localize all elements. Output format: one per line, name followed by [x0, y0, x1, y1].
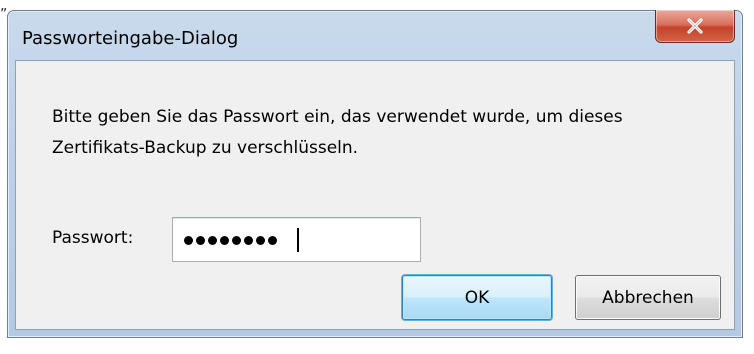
dialog-window: Passworteingabe-Dialog Bitte geben Sie d… — [7, 10, 743, 338]
ok-button[interactable]: OK — [402, 275, 552, 320]
window-title: Passworteingabe-Dialog — [22, 28, 239, 49]
corner-glyph: „ — [0, 0, 8, 14]
cancel-button[interactable]: Abbrechen — [575, 275, 721, 320]
close-button[interactable] — [655, 10, 735, 43]
dialog-message: Bitte geben Sie das Passwort ein, das ve… — [52, 107, 623, 158]
dialog-body: Bitte geben Sie das Passwort ein, das ve… — [15, 60, 735, 330]
screen: „ Passworteingabe-Dialog Bitte geben Sie… — [0, 0, 754, 354]
close-icon — [687, 18, 703, 34]
title-bar[interactable]: Passworteingabe-Dialog — [8, 10, 742, 61]
text-caret — [297, 228, 299, 252]
password-label: Passwort: — [52, 228, 134, 248]
